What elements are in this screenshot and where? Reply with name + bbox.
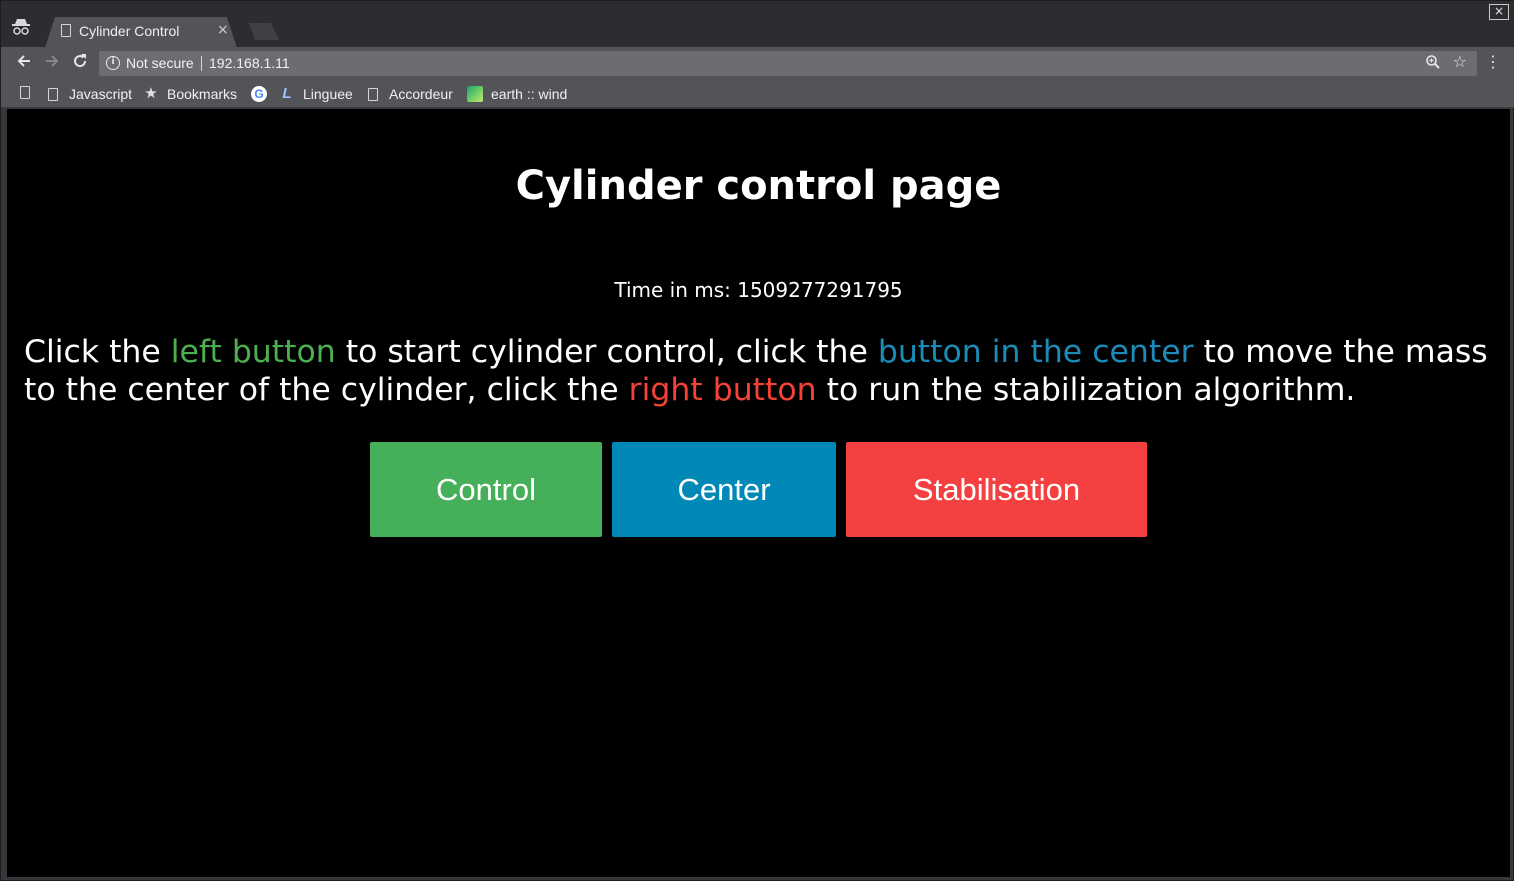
- instructions-part: Click the: [24, 334, 171, 370]
- center-button-reference: button in the center: [877, 334, 1194, 370]
- bookmark-google[interactable]: G: [251, 84, 275, 104]
- earth-icon: [467, 86, 483, 102]
- google-icon: G: [251, 86, 267, 102]
- info-icon[interactable]: i: [106, 56, 120, 70]
- bookmark-accordeur[interactable]: Accordeur: [365, 84, 453, 104]
- window-close-button[interactable]: ×: [1489, 4, 1509, 20]
- bookmark-linguee[interactable]: L Linguee: [279, 84, 353, 104]
- right-button-reference: right button: [628, 372, 817, 408]
- forward-arrow-icon: [46, 55, 59, 67]
- stabilisation-button[interactable]: Stabilisation: [846, 442, 1147, 537]
- back-button[interactable]: [14, 52, 34, 72]
- page-viewport: Cylinder control page Time in ms: 150927…: [7, 109, 1510, 877]
- bookmark-label: Linguee: [303, 86, 353, 102]
- bookmark-label: earth :: wind: [491, 86, 568, 102]
- time-readout: Time in ms: 1509277291795: [614, 278, 903, 302]
- bookmarks-bar: Javascript ★ Bookmarks G L Linguee Accor…: [1, 79, 1514, 108]
- instructions-part: to start cylinder control, click the: [335, 334, 878, 370]
- left-button-reference: left button: [170, 334, 336, 370]
- page-icon: [61, 24, 71, 37]
- incognito-icon: [11, 17, 35, 37]
- page-icon: [20, 86, 30, 99]
- forward-button[interactable]: [42, 52, 62, 72]
- instructions-part: to run the stabilization algorithm.: [816, 372, 1356, 408]
- browser-toolbar: i Not secure 192.168.1.11 ☆ ⋮: [1, 47, 1514, 79]
- bookmark-javascript[interactable]: Javascript: [45, 84, 132, 104]
- bookmark-label: Javascript: [69, 86, 133, 102]
- bookmark-star-icon[interactable]: ☆: [1453, 52, 1467, 71]
- bookmark-label: Bookmarks: [167, 86, 238, 102]
- linguee-icon: L: [282, 85, 292, 102]
- url-text[interactable]: 192.168.1.11: [209, 55, 290, 71]
- back-arrow-icon: [17, 55, 30, 67]
- security-label[interactable]: Not secure: [126, 55, 194, 71]
- tab-cylinder-control[interactable]: Cylinder Control ×: [45, 17, 237, 48]
- instructions-text: Click the left button to start cylinder …: [24, 333, 1504, 409]
- browser-window: Cylinder Control × × i Not secure 192.16…: [0, 0, 1514, 881]
- tab-title: Cylinder Control: [79, 23, 180, 39]
- bookmark-bookmarks[interactable]: ★ Bookmarks: [143, 84, 237, 104]
- center-button[interactable]: Center: [612, 442, 836, 537]
- reload-icon: [74, 54, 87, 68]
- page-icon: [368, 88, 378, 101]
- new-tab-button[interactable]: [249, 23, 279, 40]
- bookmark-label: Accordeur: [389, 86, 453, 102]
- address-bar[interactable]: i Not secure 192.168.1.11 ☆: [99, 51, 1477, 76]
- zoom-icon[interactable]: [1425, 54, 1441, 74]
- tab-strip: Cylinder Control × ×: [1, 1, 1514, 48]
- reload-button[interactable]: [70, 52, 90, 72]
- page-title: Cylinder control page: [515, 163, 1002, 209]
- tab-close-icon[interactable]: ×: [217, 22, 229, 38]
- page-icon: [48, 88, 58, 101]
- menu-icon[interactable]: ⋮: [1485, 52, 1501, 71]
- star-icon: ★: [144, 85, 158, 102]
- divider: [201, 56, 202, 71]
- control-button[interactable]: Control: [370, 442, 602, 537]
- bookmark-earth-wind[interactable]: earth :: wind: [467, 84, 567, 104]
